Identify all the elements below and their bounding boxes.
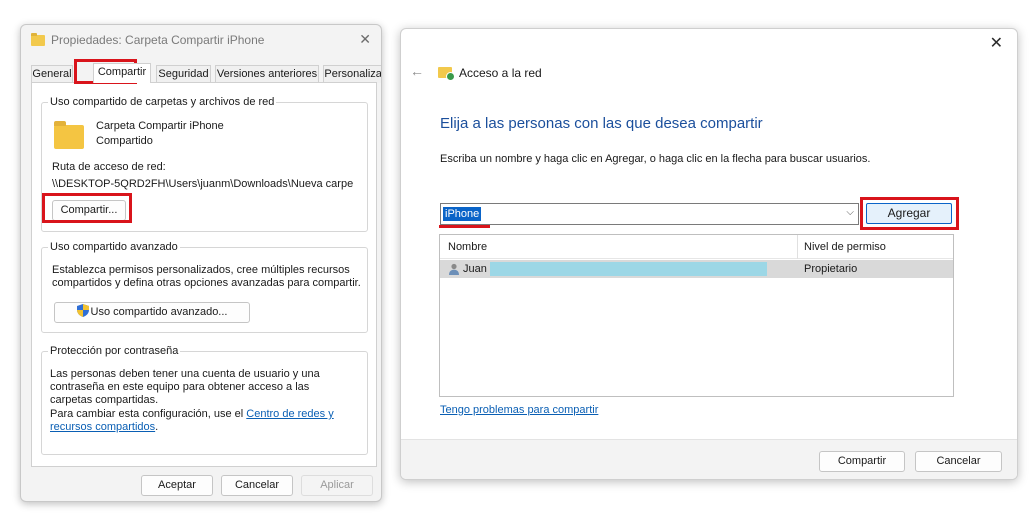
table-row[interactable]: Juan Propietario — [440, 260, 953, 278]
tab-seguridad[interactable]: Seguridad — [156, 65, 211, 83]
properties-dialog: Propiedades: Carpeta Compartir iPhone ✕ … — [20, 24, 382, 502]
folder-status: Compartido — [96, 135, 153, 147]
folder-icon — [54, 121, 84, 149]
password-protection-group: Protección por contraseña Las personas d… — [41, 345, 368, 455]
network-sharing-title: Uso compartido de carpetas y archivos de… — [48, 96, 277, 108]
tab-general[interactable]: General — [31, 65, 73, 83]
share-cancel-button[interactable]: Cancelar — [915, 451, 1002, 472]
password-change-text: Para cambiar esta configuración, use el … — [50, 408, 362, 434]
apply-button[interactable]: Aplicar — [301, 475, 373, 496]
row-permission[interactable]: Propietario — [804, 263, 857, 275]
tab-compartir[interactable]: Compartir — [93, 63, 151, 83]
users-list: Nombre Nivel de permiso Juan Propietario — [439, 234, 954, 397]
add-button[interactable]: Agregar — [866, 203, 952, 224]
share-button[interactable]: Compartir... — [52, 200, 126, 221]
dialog-footer: Compartir Cancelar — [401, 439, 1017, 479]
advanced-sharing-button[interactable]: Uso compartido avanzado... — [54, 302, 250, 323]
close-icon[interactable]: ✕ — [990, 33, 1003, 53]
back-arrow-icon[interactable]: ← — [410, 63, 424, 79]
password-protection-description: Las personas deben tener una cuenta de u… — [50, 368, 320, 406]
users-list-header: Nombre Nivel de permiso — [440, 235, 953, 259]
column-separator[interactable] — [797, 235, 798, 259]
user-icon — [449, 263, 459, 275]
folder-name: Carpeta Compartir iPhone — [96, 120, 224, 132]
network-access-dialog: ✕ ← Acceso a la red Elija a las personas… — [400, 28, 1018, 480]
redaction-block — [490, 262, 767, 276]
cancel-button[interactable]: Cancelar — [221, 475, 293, 496]
uac-shield-icon — [76, 304, 89, 317]
folder-icon — [31, 33, 45, 46]
user-name-input-value: iPhone — [443, 207, 482, 221]
properties-title: Propiedades: Carpeta Compartir iPhone — [51, 33, 265, 47]
row-user-name: Juan — [463, 263, 487, 275]
advanced-sharing-button-label: Uso compartido avanzado... — [90, 306, 228, 318]
share-instruction: Escriba un nombre y haga clic en Agregar… — [440, 153, 871, 165]
user-name-combobox[interactable]: iPhone ⌵ — [440, 203, 859, 225]
highlight-input-underline — [439, 225, 490, 228]
ok-button[interactable]: Aceptar — [141, 475, 213, 496]
properties-titlebar: Propiedades: Carpeta Compartir iPhone ✕ — [21, 25, 381, 55]
network-path-value: \\DESKTOP-5QRD2FH\Users\juanm\Downloads\… — [52, 178, 354, 190]
chevron-down-icon[interactable]: ⌵ — [846, 207, 854, 218]
password-protection-title: Protección por contraseña — [48, 345, 181, 357]
network-path-label: Ruta de acceso de red: — [52, 161, 166, 173]
password-change-suffix: . — [155, 421, 159, 433]
properties-tabs: General Compartir Seguridad Versiones an… — [31, 63, 381, 83]
advanced-sharing-description: Establezca permisos personalizados, cree… — [52, 264, 361, 289]
tab-personalizar[interactable]: Personalizar — [323, 65, 381, 83]
close-icon[interactable]: ✕ — [359, 31, 371, 48]
network-sharing-group: Uso compartido de carpetas y archivos de… — [41, 96, 368, 232]
advanced-sharing-title: Uso compartido avanzado — [48, 241, 180, 253]
password-change-prefix: Para cambiar esta configuración, use el — [50, 408, 247, 420]
sharing-help-link[interactable]: Tengo problemas para compartir — [440, 404, 598, 416]
column-header-name[interactable]: Nombre — [448, 241, 487, 253]
share-confirm-button[interactable]: Compartir — [819, 451, 905, 472]
column-header-permission[interactable]: Nivel de permiso — [804, 241, 886, 253]
dialog-header-title: Acceso a la red — [459, 66, 542, 80]
advanced-sharing-group: Uso compartido avanzado Establezca permi… — [41, 241, 368, 333]
tab-versiones-anteriores[interactable]: Versiones anteriores — [215, 65, 319, 83]
compartir-tab-panel: Uso compartido de carpetas y archivos de… — [31, 82, 377, 467]
share-heading: Elija a las personas con las que desea c… — [440, 115, 763, 132]
network-folder-icon — [438, 67, 455, 81]
